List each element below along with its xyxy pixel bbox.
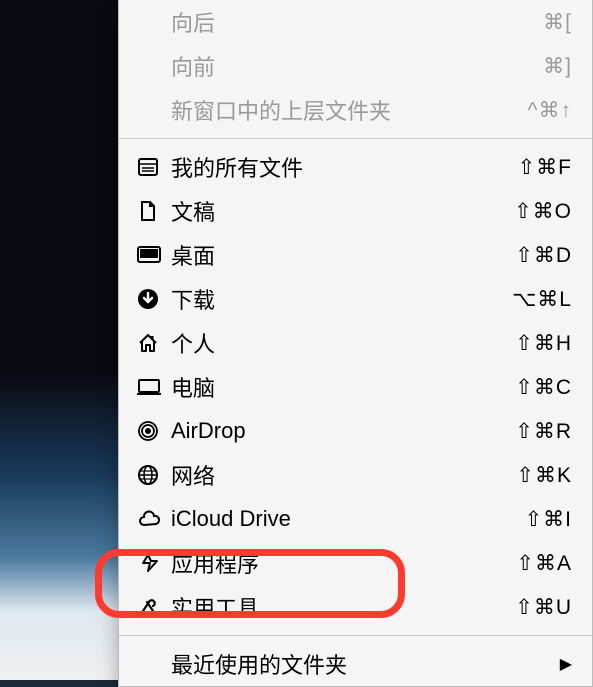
menu-label: 文稿 xyxy=(171,195,215,227)
menu-shortcut: ⇧⌘A xyxy=(516,551,572,576)
airdrop-icon xyxy=(137,420,167,442)
menu-item-all-files[interactable]: 我的所有文件 ⇧⌘F xyxy=(119,145,592,189)
network-icon xyxy=(137,464,167,486)
menu-label: 电脑 xyxy=(171,371,215,403)
menu-shortcut: ⇧⌘H xyxy=(515,331,572,356)
menu-label: 桌面 xyxy=(171,239,215,271)
menu-separator xyxy=(119,138,592,139)
menu-item-icloud[interactable]: iCloud Drive ⇧⌘I xyxy=(119,497,592,541)
menu-item-airdrop[interactable]: AirDrop ⇧⌘R xyxy=(119,409,592,453)
menu-label: 下载 xyxy=(171,283,215,315)
menu-label: 向后 xyxy=(171,6,215,38)
menu-item-forward: 向前 ⌘] xyxy=(119,44,592,88)
menu-item-computer[interactable]: 电脑 ⇧⌘C xyxy=(119,365,592,409)
home-icon xyxy=(137,332,167,354)
menu-shortcut: ⇧⌘K xyxy=(516,463,572,488)
menu-item-desktop[interactable]: 桌面 ⇧⌘D xyxy=(119,233,592,277)
submenu-arrow-icon: ▶ xyxy=(560,654,572,674)
desktop-icon xyxy=(137,245,167,265)
menu-shortcut: ⇧⌘R xyxy=(515,419,572,444)
all-files-icon xyxy=(137,156,167,178)
menu-shortcut: ⇧⌘I xyxy=(525,507,572,532)
menu-item-back: 向后 ⌘[ xyxy=(119,0,592,44)
applications-icon xyxy=(137,552,167,574)
go-menu: 向后 ⌘[ 向前 ⌘] 新窗口中的上层文件夹 ^⌘↑ 我的所有文件 ⇧⌘F 文稿… xyxy=(118,0,593,687)
menu-shortcut: ⇧⌘F xyxy=(518,155,572,180)
menu-label: 新窗口中的上层文件夹 xyxy=(171,94,391,126)
menu-separator xyxy=(119,635,592,636)
menu-item-network[interactable]: 网络 ⇧⌘K xyxy=(119,453,592,497)
menu-item-applications[interactable]: 应用程序 ⇧⌘A xyxy=(119,541,592,585)
menu-label: 我的所有文件 xyxy=(171,151,303,183)
menu-shortcut: ⌘[ xyxy=(543,10,572,35)
menu-label: 向前 xyxy=(171,50,215,82)
menu-label: iCloud Drive xyxy=(171,506,291,532)
menu-label: AirDrop xyxy=(171,418,246,444)
icloud-icon xyxy=(137,510,167,528)
menu-label: 个人 xyxy=(171,327,215,359)
menu-item-enclosing-folder: 新窗口中的上层文件夹 ^⌘↑ xyxy=(119,88,592,132)
menu-shortcut: ^⌘↑ xyxy=(528,98,572,123)
menu-shortcut: ⇧⌘U xyxy=(515,595,572,620)
menu-item-recent-folders[interactable]: 最近使用的文件夹 ▶ xyxy=(119,642,592,686)
documents-icon xyxy=(137,200,167,222)
desktop-background xyxy=(0,0,120,680)
menu-item-documents[interactable]: 文稿 ⇧⌘O xyxy=(119,189,592,233)
menu-shortcut: ⌥⌘L xyxy=(512,287,572,312)
menu-label: 应用程序 xyxy=(171,547,259,579)
menu-label: 网络 xyxy=(171,459,215,491)
menu-shortcut: ⇧⌘D xyxy=(515,243,572,268)
computer-icon xyxy=(137,377,167,397)
menu-item-home[interactable]: 个人 ⇧⌘H xyxy=(119,321,592,365)
menu-shortcut: ⇧⌘C xyxy=(515,375,572,400)
menu-shortcut: ⌘] xyxy=(543,54,572,79)
menu-label: 最近使用的文件夹 xyxy=(171,648,347,680)
menu-item-utilities[interactable]: 实用工具 ⇧⌘U xyxy=(119,585,592,629)
menu-shortcut: ⇧⌘O xyxy=(514,199,572,224)
menu-item-downloads[interactable]: 下载 ⌥⌘L xyxy=(119,277,592,321)
utilities-icon xyxy=(137,596,167,618)
menu-label: 实用工具 xyxy=(171,591,259,623)
downloads-icon xyxy=(137,288,167,310)
